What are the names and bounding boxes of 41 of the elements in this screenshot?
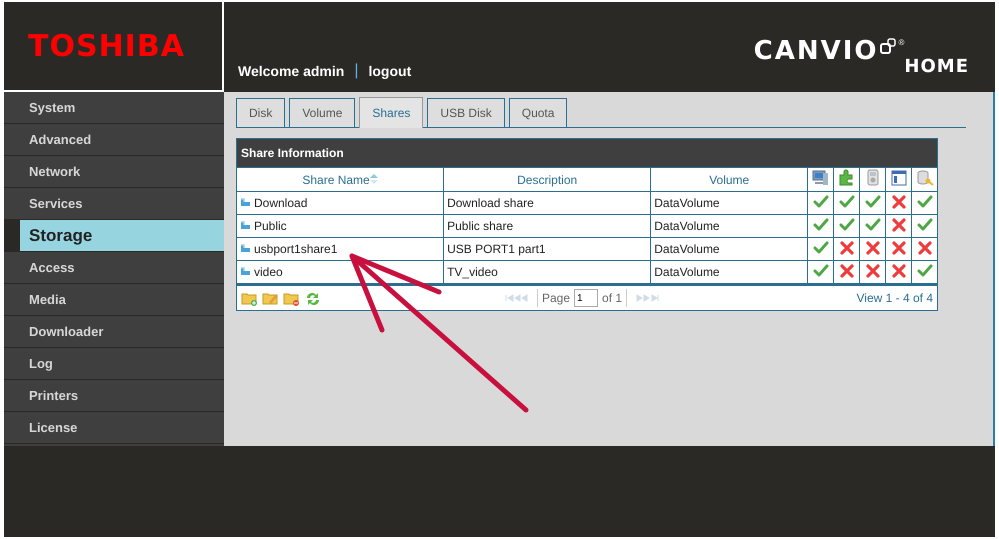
table-cell: USB PORT1 part1 (444, 238, 651, 260)
tab[interactable]: Shares (359, 97, 424, 128)
database-key-icon (916, 169, 934, 187)
column-header[interactable]: Share Name (237, 168, 444, 192)
table-cell: video (237, 260, 444, 284)
record-count: View 1 - 4 of 4 (856, 291, 933, 305)
product-logo: CANVIO (754, 36, 879, 66)
table-cell: Download share (444, 192, 651, 214)
tab[interactable]: Disk (236, 98, 286, 127)
monitor-icon (812, 169, 830, 187)
table-cell: Public (237, 214, 444, 238)
table-cell: Download (237, 192, 444, 214)
welcome-text: Welcome admin (238, 63, 344, 79)
window-icon (890, 169, 908, 187)
registered-mark: ® (898, 38, 904, 47)
column-header[interactable]: Description (444, 168, 651, 192)
tab[interactable]: Volume (289, 98, 356, 127)
separator: | (354, 62, 358, 80)
brand-logo: TOSHIBA (28, 28, 185, 64)
table-cell: Public share (444, 214, 651, 238)
share-icon (240, 220, 251, 230)
share-icon (240, 198, 251, 208)
tab[interactable]: Quota (508, 98, 568, 127)
table-cell: DataVolume (650, 238, 808, 260)
page-count: of 1 (602, 291, 622, 305)
table-cell: TV_video (444, 260, 651, 284)
sort-icon (370, 174, 378, 184)
product-subtitle: HOME (904, 56, 969, 77)
share-icon (240, 244, 251, 254)
share-icon (240, 266, 251, 276)
sidebar-item[interactable]: Storage (4, 220, 224, 252)
tab[interactable]: USB Disk (427, 98, 505, 127)
table-cell: usbport1share1 (237, 238, 444, 260)
table-cell: DataVolume (650, 260, 808, 284)
panel-title: Share Information (237, 139, 937, 167)
page-label: Page (542, 291, 570, 305)
column-header[interactable]: Volume (650, 168, 808, 192)
logout-link[interactable]: logout (368, 63, 412, 79)
page-field[interactable]: 1 (574, 289, 598, 307)
table-cell: DataVolume (650, 214, 808, 238)
table-cell: DataVolume (650, 192, 808, 214)
